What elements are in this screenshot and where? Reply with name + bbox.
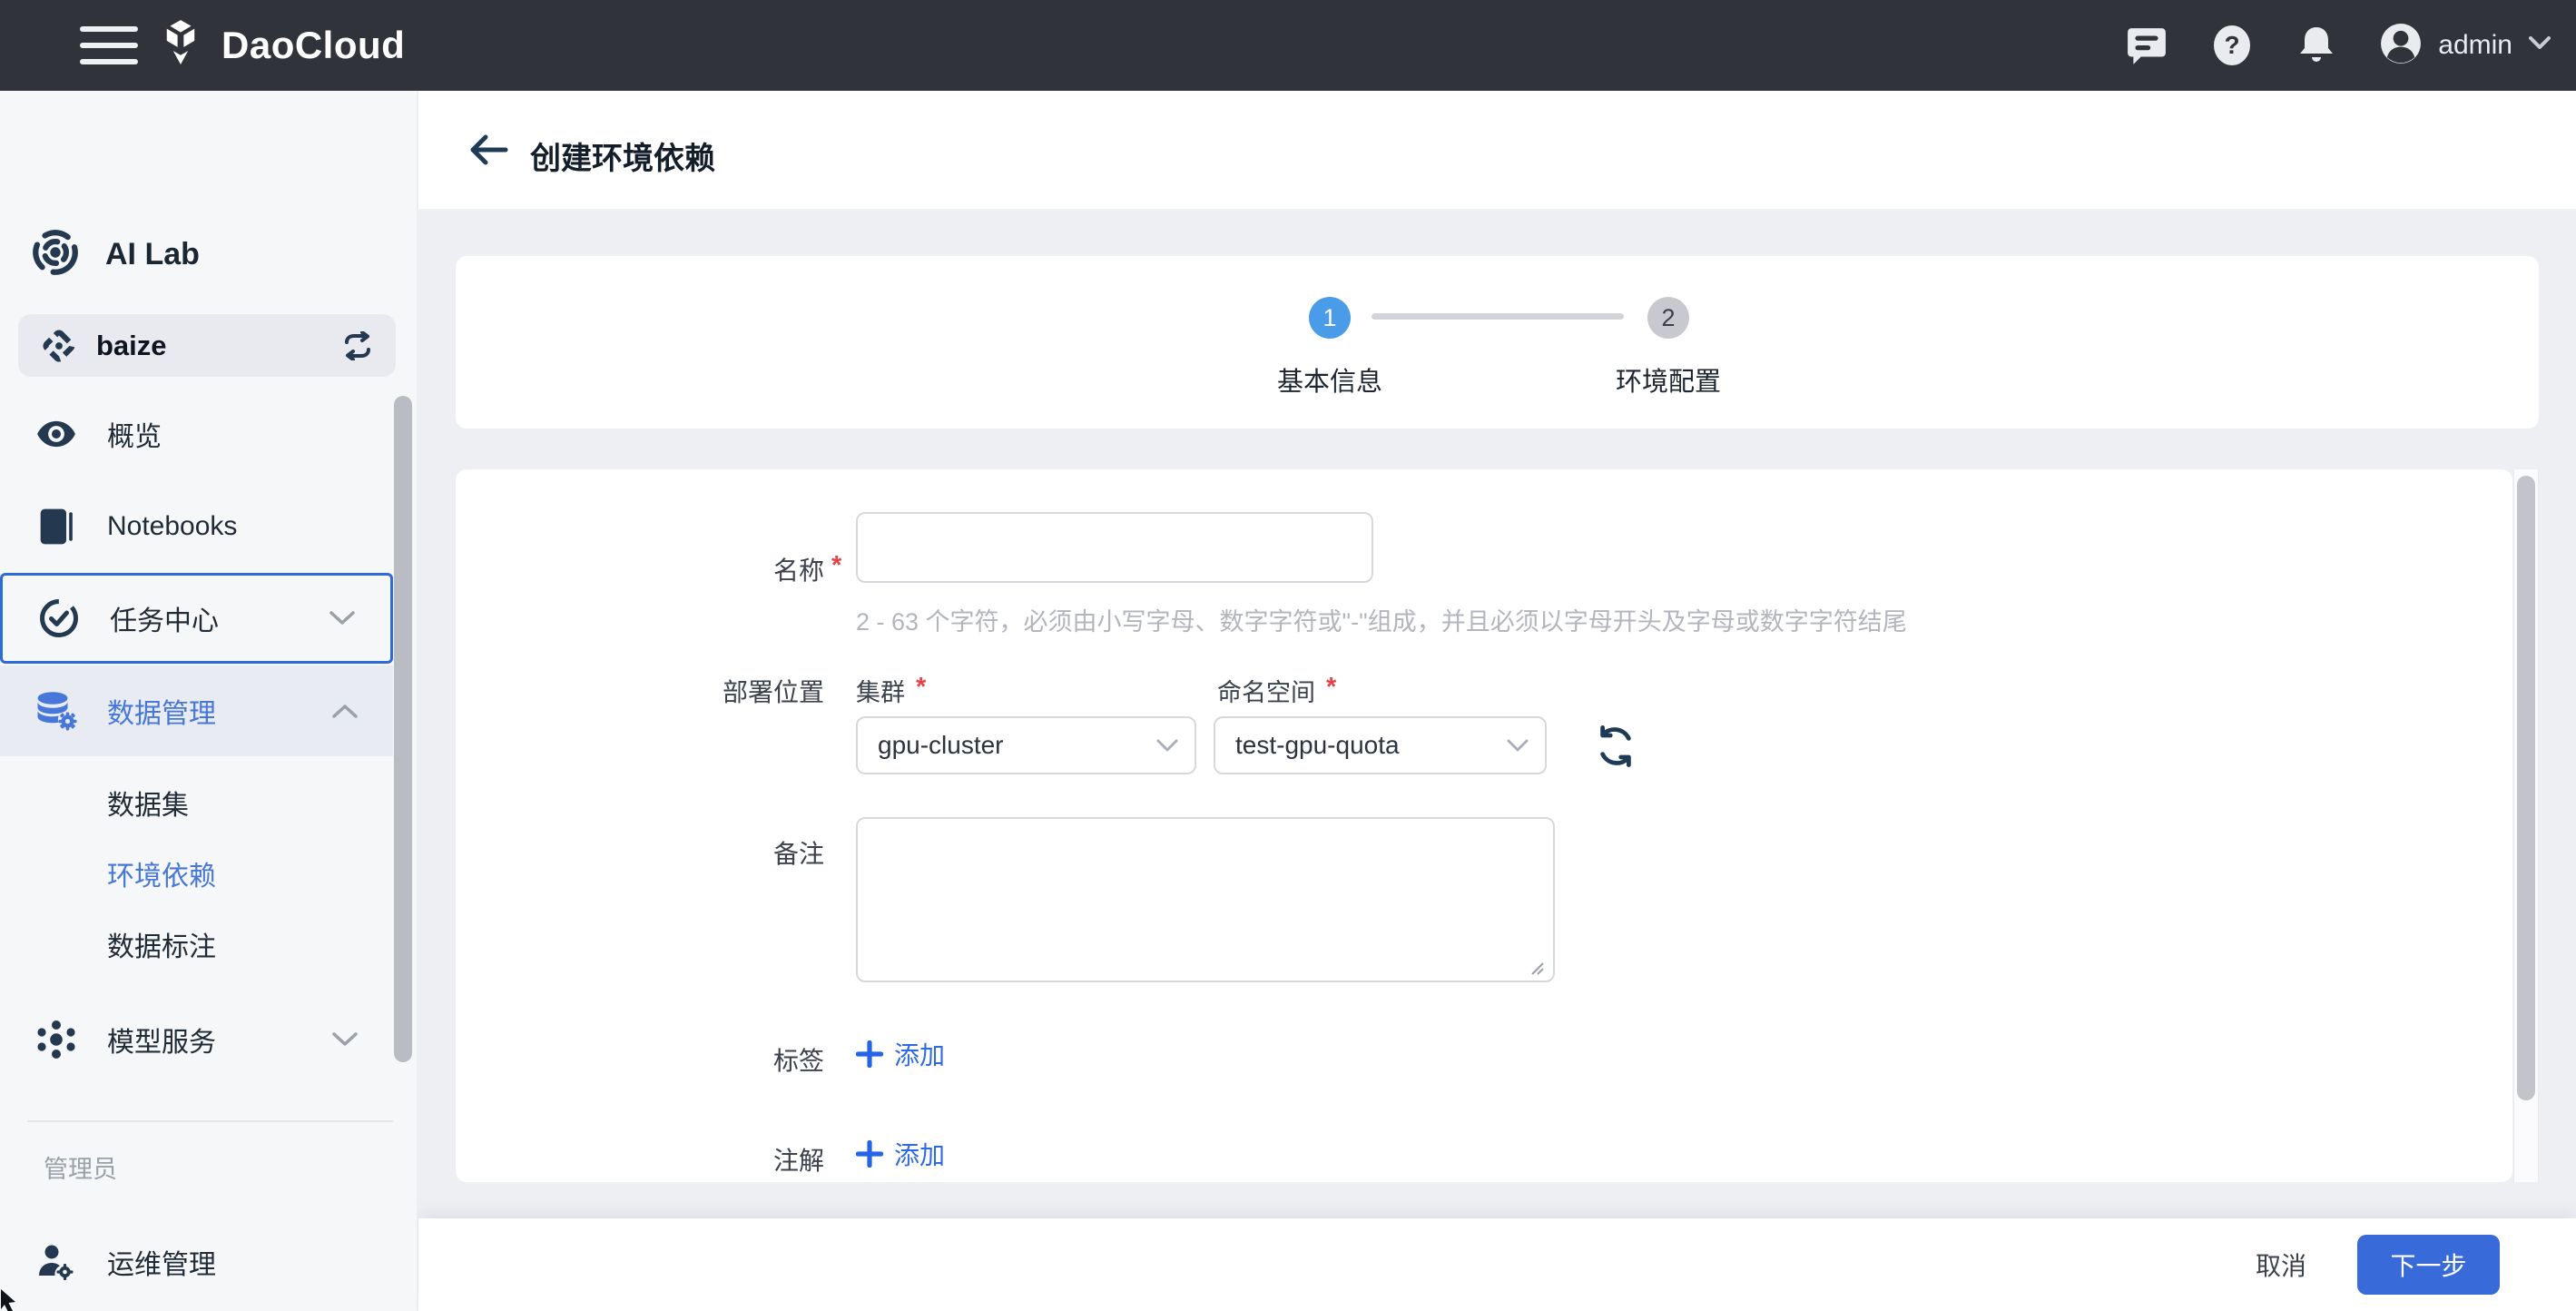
cluster-label: 集群 * [856, 673, 926, 708]
form-card: 名称 * 2 - 63 个字符，必须由小写字母、数字字符或"-"组成，并且必须以… [456, 469, 2512, 1182]
svg-text:?: ? [2225, 31, 2240, 59]
help-icon[interactable]: ? [2211, 25, 2253, 66]
notebook-icon [27, 481, 85, 572]
cluster-required-mark: * [916, 673, 926, 708]
ai-lab-icon [29, 226, 82, 283]
plus-icon [856, 1040, 883, 1068]
name-help-text: 2 - 63 个字符，必须由小写字母、数字字符或"-"组成，并且必须以字母开头及… [856, 602, 1907, 637]
next-step-button[interactable]: 下一步 [2357, 1235, 2500, 1295]
sidebar-item-label: 概览 [107, 414, 162, 454]
annotations-label: 注解 [679, 1141, 824, 1178]
sidebar-item-label: 运维管理 [107, 1242, 216, 1282]
step-number: 1 [1309, 297, 1351, 339]
chevron-down-icon [2529, 36, 2551, 54]
add-tag-button[interactable]: 添加 [856, 1036, 945, 1072]
back-button[interactable] [467, 130, 511, 170]
cluster-select-value: gpu-cluster [878, 731, 1004, 760]
tags-label: 标签 [679, 1041, 824, 1078]
sidebar-item-model-services[interactable]: 模型服务 [0, 994, 393, 1085]
form-scrollbar-thumb[interactable] [2517, 476, 2535, 1100]
sidebar-item-label: 数据管理 [107, 691, 216, 731]
chevron-down-icon [331, 1031, 359, 1048]
stepper-card: 1 基本信息 2 环境配置 [456, 256, 2539, 429]
page-header [418, 91, 2576, 209]
name-required-mark: * [831, 551, 841, 581]
remarks-label: 备注 [679, 834, 824, 871]
sidebar: AI Lab baize [0, 91, 418, 1311]
brand-name: DaoCloud [221, 24, 405, 67]
plus-icon [856, 1140, 883, 1168]
sidebar-item-overview[interactable]: 概览 [0, 389, 393, 479]
model-nodes-icon [27, 994, 85, 1085]
step-environment-config: 2 环境配置 [1568, 256, 1768, 399]
step-number: 2 [1647, 297, 1689, 339]
sidebar-item-label: 数据标注 [107, 924, 216, 964]
user-gear-icon [27, 1217, 85, 1307]
name-label: 名称 [679, 551, 824, 587]
avatar-icon [2380, 23, 2422, 69]
chevron-down-icon [1156, 739, 1178, 753]
switch-workspace-icon[interactable] [339, 331, 376, 360]
workspace-selector[interactable]: baize [18, 314, 396, 377]
sidebar-item-datasets[interactable]: 数据集 [0, 767, 393, 838]
sidebar-item-data-management[interactable]: 数据管理 [0, 665, 393, 756]
remarks-textarea[interactable] [856, 817, 1555, 982]
page-title: 创建环境依赖 [530, 133, 715, 178]
refresh-icon[interactable] [1592, 723, 1639, 770]
sidebar-scrollbar[interactable] [394, 396, 412, 1062]
sidebar-item-data-annotation[interactable]: 数据标注 [0, 909, 393, 980]
namespace-select-value: test-gpu-quota [1235, 731, 1400, 760]
brand: DaoCloud [154, 0, 405, 91]
namespace-required-mark: * [1326, 673, 1336, 708]
sidebar-item-environment-deps[interactable]: 环境依赖 [0, 838, 393, 909]
chevron-up-icon [331, 703, 359, 719]
sidebar-item-label: 任务中心 [110, 598, 219, 638]
topbar-actions: ? admin [2126, 0, 2551, 91]
product-name: AI Lab [105, 237, 200, 272]
sidebar-item-ops-management[interactable]: 运维管理 [0, 1217, 393, 1307]
step-label: 环境配置 [1568, 360, 1768, 399]
chevron-down-icon [1507, 739, 1529, 753]
sidebar-section-label: 管理员 [44, 1149, 117, 1185]
app-screen: DaoCloud ? [0, 0, 2576, 1311]
product-header: AI Lab [29, 223, 200, 285]
namespace-select[interactable]: test-gpu-quota [1214, 716, 1547, 774]
user-name: admin [2438, 30, 2512, 61]
daocloud-logo-icon [154, 17, 207, 74]
deploy-location-label: 部署位置 [624, 673, 824, 709]
form-scrollbar-track[interactable] [2513, 469, 2539, 1182]
name-input[interactable] [856, 512, 1373, 583]
sidebar-item-label: 模型服务 [107, 1020, 216, 1060]
sidebar-item-label: 数据集 [107, 783, 189, 823]
cancel-button[interactable]: 取消 [2256, 1247, 2306, 1283]
message-icon[interactable] [2126, 25, 2168, 65]
topbar: DaoCloud ? [0, 0, 2576, 91]
step-label: 基本信息 [1230, 360, 1430, 399]
bottom-action-bar: 取消 下一步 [418, 1218, 2576, 1311]
sidebar-item-label: Notebooks [107, 511, 237, 542]
notifications-icon[interactable] [2296, 25, 2336, 66]
sidebar-divider [27, 1120, 393, 1122]
workspace-icon [42, 329, 76, 363]
eye-icon [27, 389, 85, 479]
task-check-icon [30, 576, 88, 661]
add-tag-label: 添加 [894, 1036, 945, 1072]
chevron-down-icon [329, 610, 356, 626]
workspace-name: baize [96, 330, 167, 362]
add-annotation-label: 添加 [894, 1136, 945, 1172]
add-annotation-button[interactable]: 添加 [856, 1136, 945, 1172]
namespace-label: 命名空间 * [1217, 673, 1336, 708]
sidebar-item-task-center[interactable]: 任务中心 [0, 573, 393, 664]
menu-toggle-icon[interactable] [80, 26, 138, 64]
user-menu[interactable]: admin [2380, 23, 2551, 69]
cluster-select[interactable]: gpu-cluster [856, 716, 1196, 774]
step-basic-info: 1 基本信息 [1230, 256, 1430, 399]
sidebar-item-label: 环境依赖 [107, 853, 216, 893]
sidebar-item-notebooks[interactable]: Notebooks [0, 481, 393, 572]
database-gear-icon [27, 665, 85, 756]
